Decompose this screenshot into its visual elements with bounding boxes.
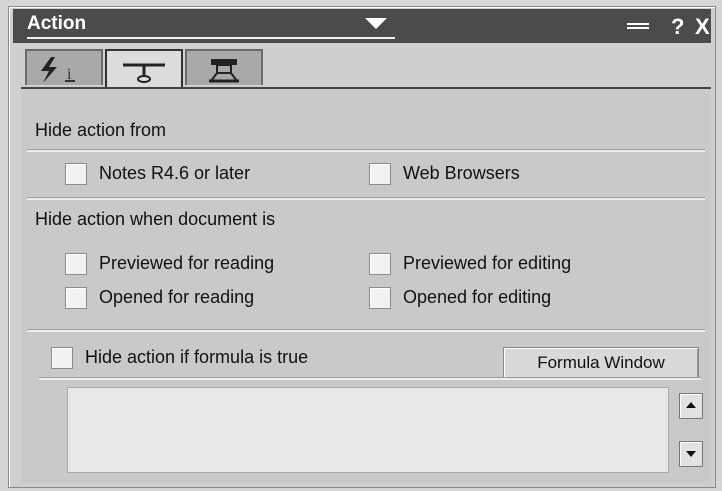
hide-from-heading: Hide action from [35, 120, 167, 140]
web-browsers-label[interactable]: Web Browsers [403, 163, 520, 184]
section-divider [27, 197, 705, 200]
web-browsers-checkbox[interactable] [369, 163, 391, 185]
minimize-icon[interactable] [627, 23, 649, 29]
tab-hide-when[interactable] [105, 49, 183, 89]
tab-action-info[interactable]: i [25, 49, 103, 85]
arrow-up-icon [686, 402, 696, 408]
title-underline [27, 37, 395, 39]
tab-security[interactable] [185, 49, 263, 85]
title-bar[interactable]: Action ? X [13, 9, 711, 43]
action-properties-window: Action ? X i Hide action from Notes R4.6… [8, 6, 716, 488]
formula-input[interactable] [67, 387, 669, 473]
lightning-icon: i [41, 57, 75, 83]
section-divider [39, 377, 701, 380]
previewed-reading-label[interactable]: Previewed for reading [99, 253, 274, 274]
formula-scrollbar[interactable] [673, 385, 707, 473]
window-title: Action [27, 13, 87, 34]
notes-r46-checkbox[interactable] [65, 163, 87, 185]
opened-editing-checkbox[interactable] [369, 287, 391, 309]
opened-editing-label[interactable]: Opened for editing [403, 287, 551, 308]
notes-r46-label[interactable]: Notes R4.6 or later [99, 163, 250, 184]
hide-if-formula-label[interactable]: Hide action if formula is true [85, 347, 308, 368]
hide-when-icon [123, 63, 165, 83]
hide-if-formula-checkbox[interactable] [51, 347, 73, 369]
section-divider [27, 329, 705, 332]
opened-reading-checkbox[interactable] [65, 287, 87, 309]
help-button[interactable]: ? [671, 14, 684, 40]
hide-when-heading: Hide action when document is [35, 209, 276, 229]
section-divider [27, 149, 705, 152]
opened-reading-label[interactable]: Opened for reading [99, 287, 254, 308]
arrow-down-icon [686, 451, 696, 457]
close-button[interactable]: X [695, 14, 710, 40]
scroll-up-button[interactable] [679, 393, 703, 419]
formula-window-button[interactable]: Formula Window [503, 347, 699, 379]
properties-type-dropdown-icon[interactable] [365, 18, 387, 29]
security-icon [209, 59, 239, 83]
previewed-editing-checkbox[interactable] [369, 253, 391, 275]
scroll-down-button[interactable] [679, 441, 703, 467]
previewed-reading-checkbox[interactable] [65, 253, 87, 275]
previewed-editing-label[interactable]: Previewed for editing [403, 253, 571, 274]
